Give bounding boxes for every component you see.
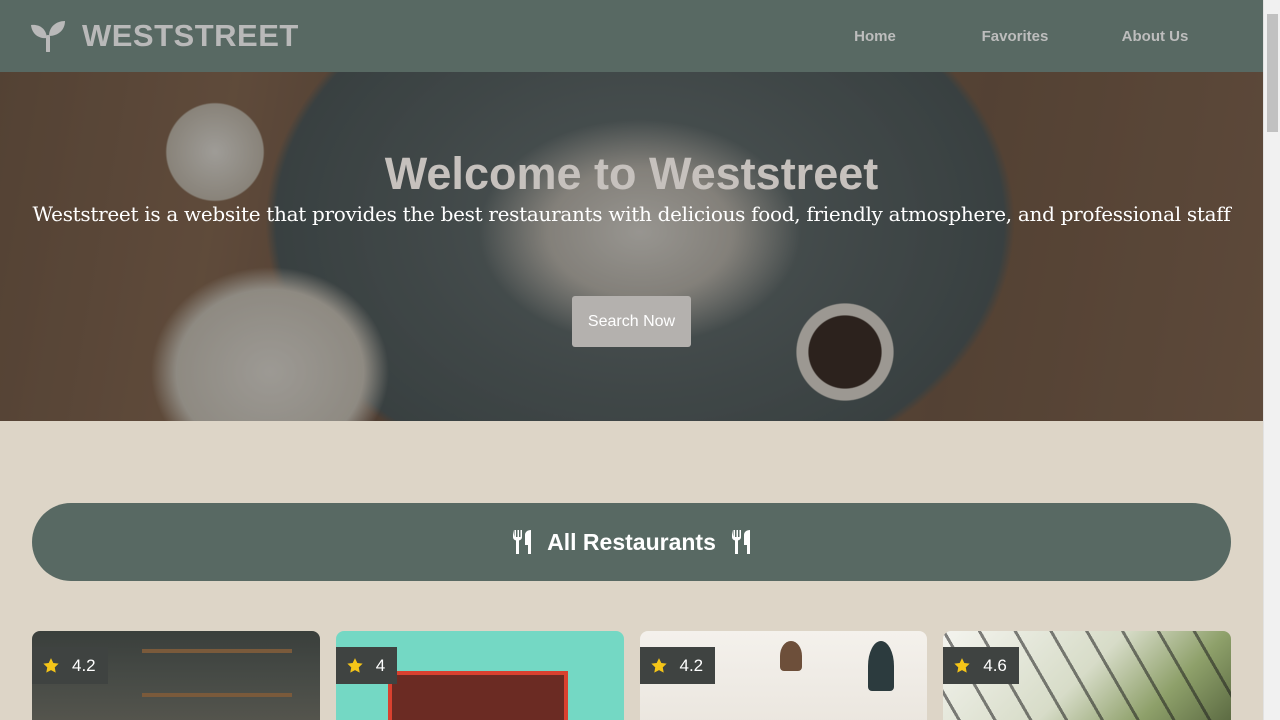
rating-value: 4.2: [679, 655, 704, 675]
restaurant-card[interactable]: 4.2: [32, 631, 320, 720]
rating-value: 4.2: [72, 655, 96, 675]
page: WESTSTREET Home Favorites About Us Welco…: [0, 0, 1263, 720]
restaurant-list: 4.2 4 4.2 4.6: [32, 631, 1231, 720]
rating-badge: 4.2: [32, 647, 108, 684]
star-icon: [43, 657, 59, 673]
star-icon: [954, 657, 970, 673]
restaurant-card[interactable]: 4.2: [639, 631, 928, 720]
section-title: All Restaurants: [547, 528, 716, 555]
site-header: WESTSTREET Home Favorites About Us: [0, 0, 1263, 72]
seedling-icon: [31, 21, 65, 52]
star-icon: [347, 657, 363, 673]
rating-value: 4: [375, 655, 386, 675]
hero: Welcome to Weststreet Weststreet is a we…: [0, 72, 1263, 421]
hero-overlay: [0, 72, 1263, 421]
restaurant-card[interactable]: 4.6: [943, 631, 1231, 720]
utensils-icon: [513, 530, 532, 554]
brand-name: WESTSTREET: [82, 18, 299, 53]
brand[interactable]: WESTSTREET: [30, 17, 299, 55]
restaurant-card[interactable]: 4: [335, 631, 624, 720]
nav-home-link[interactable]: Home: [805, 28, 945, 45]
rating-badge: 4.6: [943, 647, 1019, 684]
main-nav: Home Favorites About Us: [805, 0, 1225, 72]
nav-about-link[interactable]: About Us: [1085, 28, 1225, 45]
all-restaurants-banner: All Restaurants: [32, 503, 1231, 581]
rating-badge: 4: [335, 647, 398, 684]
nav-favorites-link[interactable]: Favorites: [945, 28, 1085, 45]
rating-value: 4.6: [983, 655, 1007, 675]
hero-subtitle: Weststreet is a website that provides th…: [32, 202, 1231, 226]
page-scrollbar[interactable]: [1263, 0, 1280, 720]
search-now-button[interactable]: Search Now: [572, 296, 691, 347]
star-icon: [650, 657, 667, 673]
hero-title: Welcome to Weststreet: [384, 148, 879, 199]
rating-badge: 4.2: [639, 647, 716, 684]
scrollbar-thumb[interactable]: [1267, 14, 1278, 132]
utensils-icon: [731, 530, 750, 554]
